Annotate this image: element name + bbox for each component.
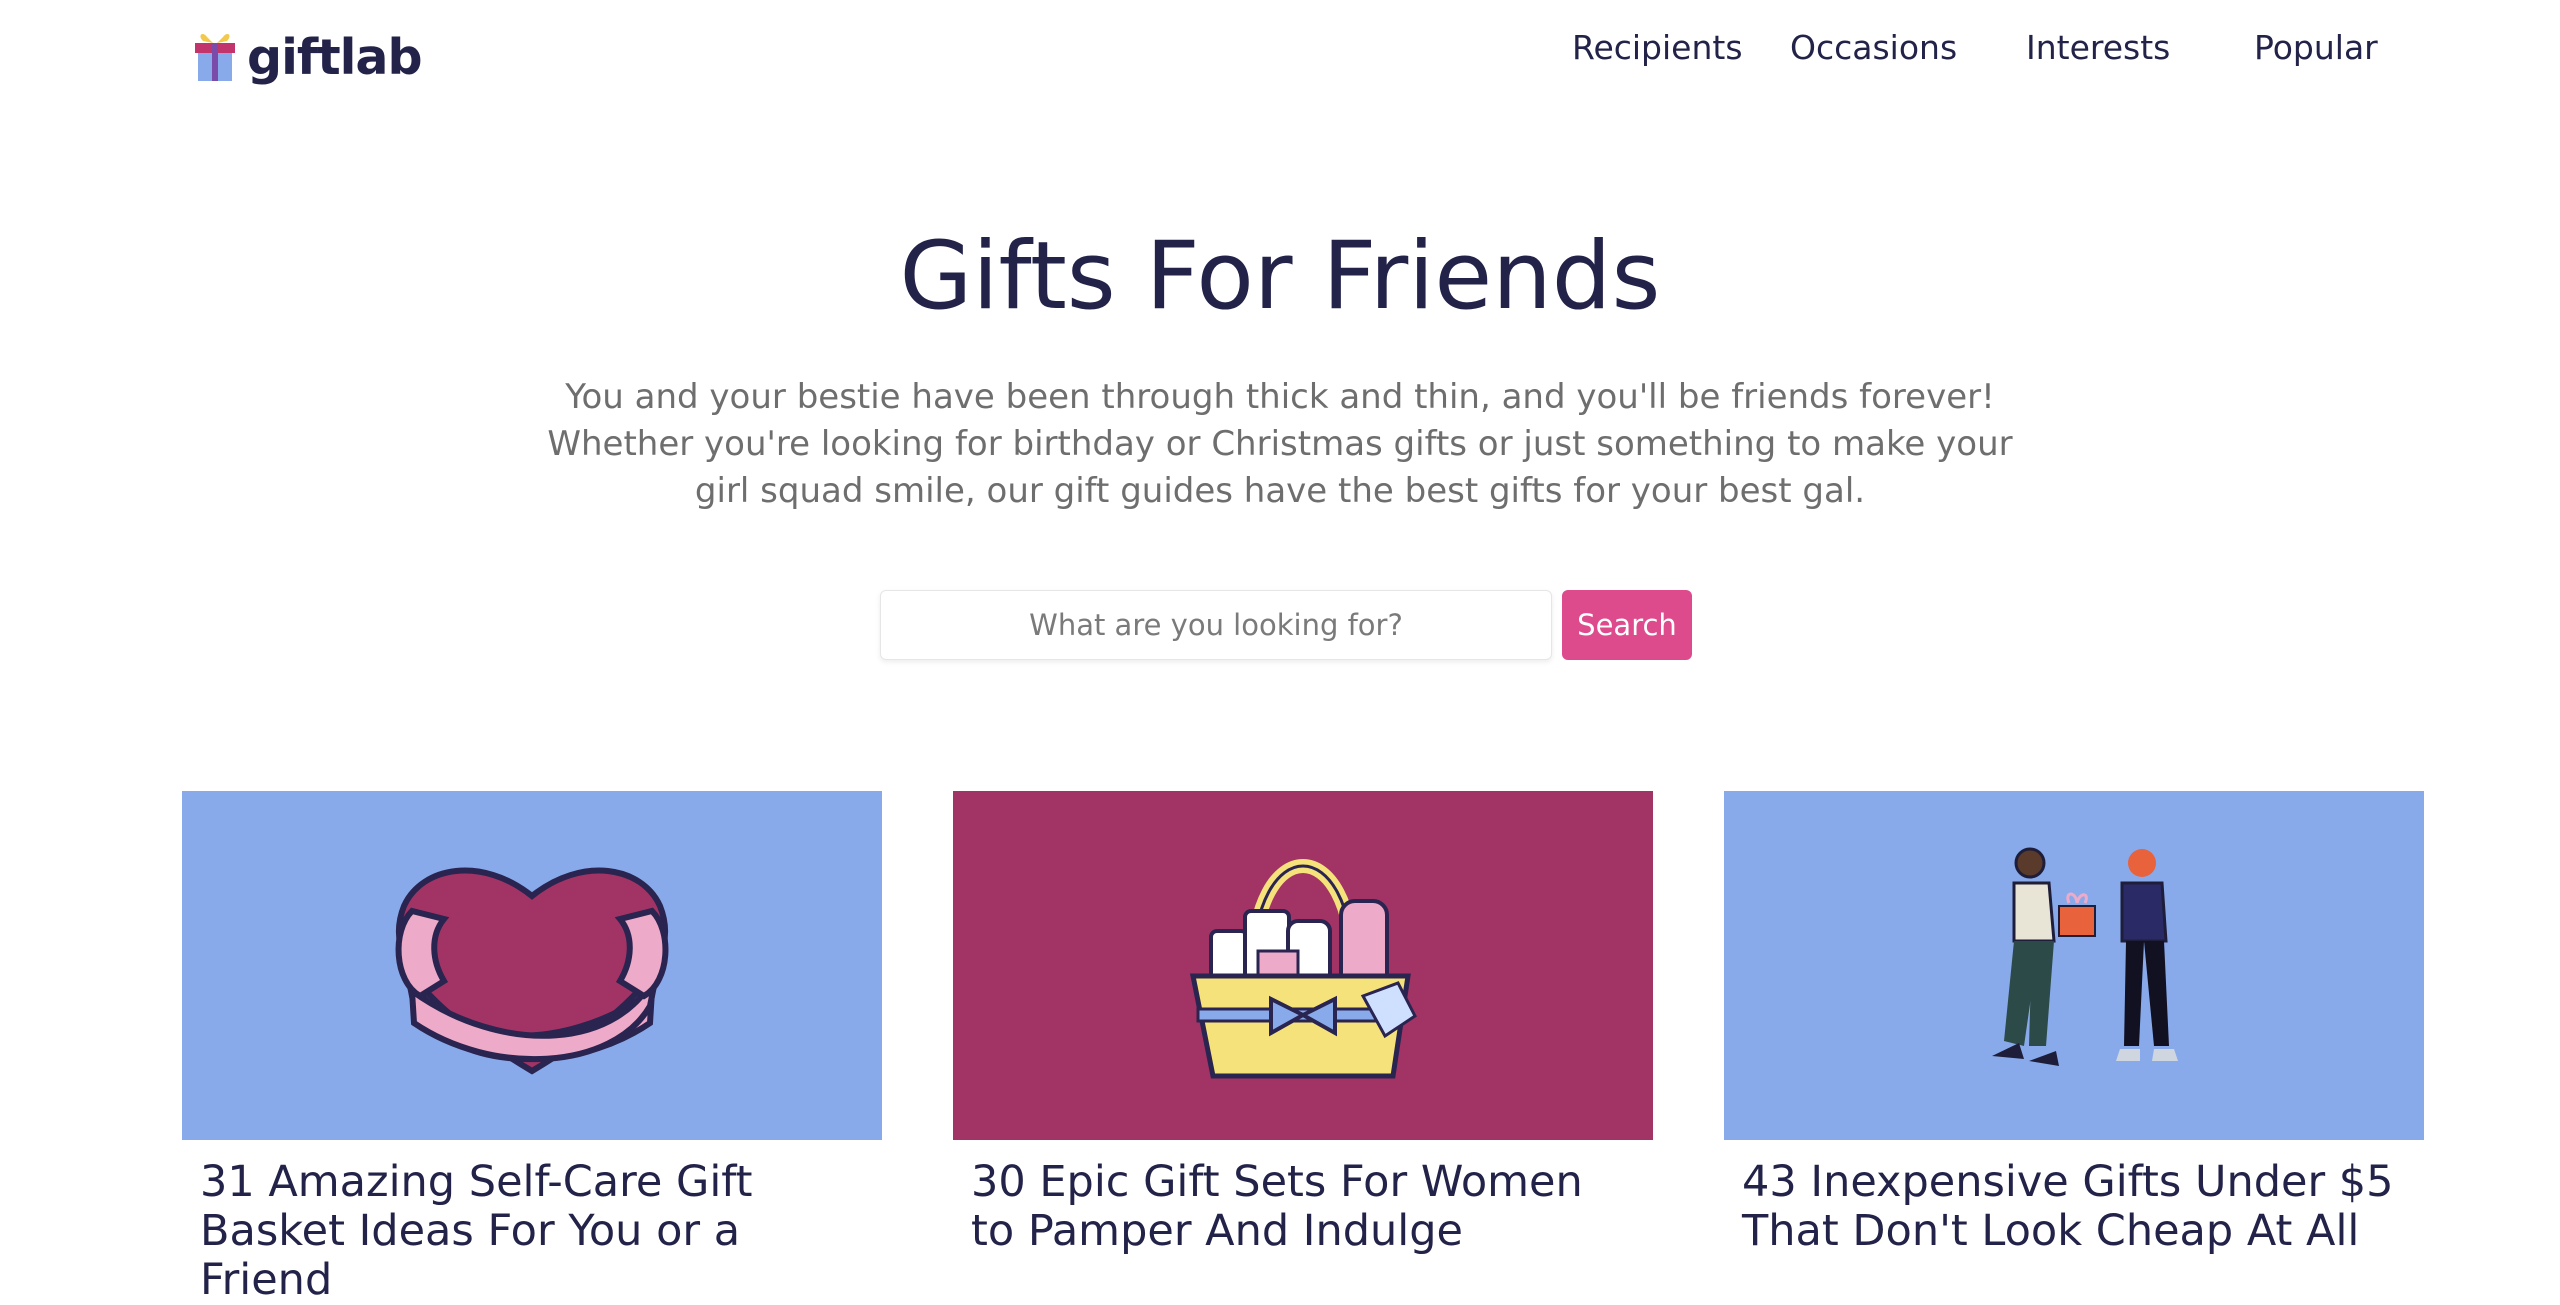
card-image[interactable] <box>1724 791 2424 1140</box>
search-input[interactable] <box>880 590 1552 660</box>
article-card[interactable]: 43 Inexpensive Gifts Under $5 That Don't… <box>1724 791 2424 1256</box>
card-image[interactable] <box>182 791 882 1140</box>
article-card[interactable]: 30 Epic Gift Sets For Women to Pamper An… <box>953 791 1653 1256</box>
nav-popular[interactable]: Popular <box>2254 28 2378 67</box>
nav-occasions[interactable]: Occasions <box>1790 28 1957 67</box>
page-title: Gifts For Friends <box>899 222 1661 331</box>
search-button[interactable]: Search <box>1562 590 1692 660</box>
heart-hug-icon <box>395 867 669 1075</box>
page-description: You and your bestie have been through th… <box>547 377 2013 511</box>
card-title[interactable]: 30 Epic Gift Sets For Women to Pamper An… <box>953 1158 1653 1256</box>
main-nav: Recipients Occasions Interests Popular <box>0 28 2560 78</box>
people-exchanging-gift-icon <box>1992 847 2178 1066</box>
search-bar: Search <box>880 590 1692 660</box>
site-header: giftlab Recipients Occasions Interests P… <box>0 0 2560 110</box>
card-image[interactable] <box>953 791 1653 1140</box>
nav-recipients[interactable]: Recipients <box>1572 28 1743 67</box>
nav-interests[interactable]: Interests <box>2026 28 2170 67</box>
card-title[interactable]: 43 Inexpensive Gifts Under $5 That Don't… <box>1724 1158 2424 1256</box>
card-title[interactable]: 31 Amazing Self-Care Gift Basket Ideas F… <box>182 1158 882 1305</box>
gift-basket-icon <box>1189 859 1417 1079</box>
article-card[interactable]: 31 Amazing Self-Care Gift Basket Ideas F… <box>182 791 882 1305</box>
